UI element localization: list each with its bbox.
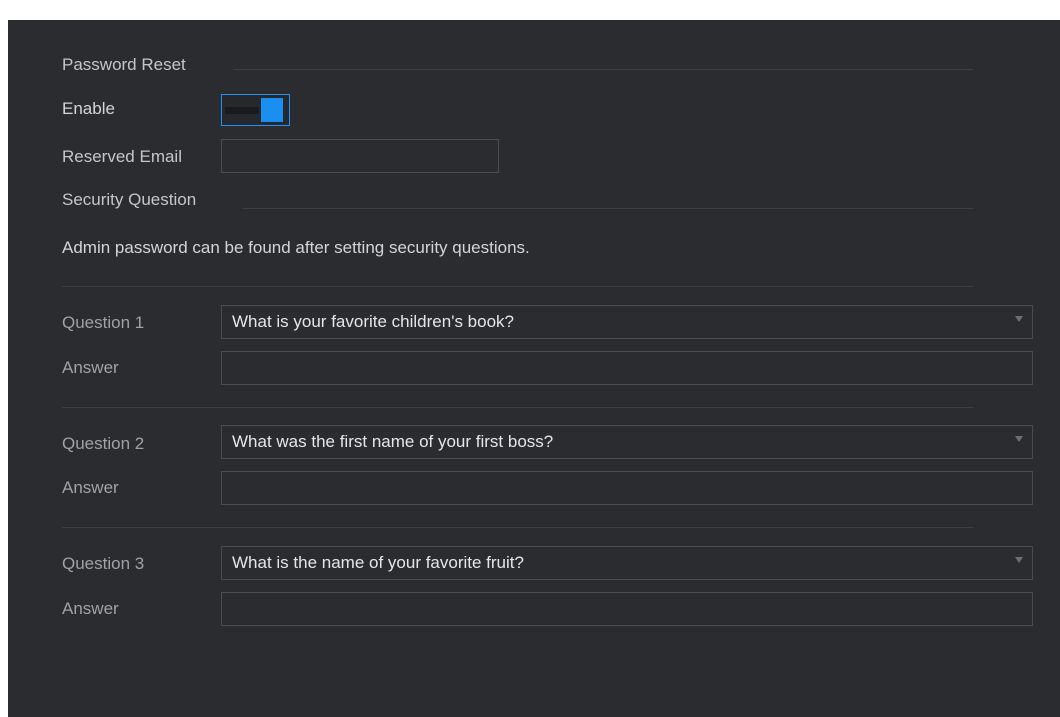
enable-label: Enable [62,99,115,118]
answer-2-field[interactable] [221,471,1033,505]
question-1-value: What is your favorite children's book? [232,312,514,331]
enable-toggle[interactable] [221,94,290,126]
reserved-email-label: Reserved Email [62,147,182,166]
question-1-label: Question 1 [62,313,145,332]
chevron-down-icon [1015,316,1023,322]
question-1-divider [62,407,973,408]
question-2-divider [62,527,973,528]
toggle-knob [261,98,283,122]
top-strip [0,0,1060,20]
question-3-select[interactable]: What is the name of your favorite fruit? [221,546,1033,580]
question-2-value: What was the first name of your first bo… [232,432,554,451]
chevron-down-icon [1015,557,1023,563]
security-hint: Admin password can be found after settin… [62,238,530,257]
toggle-track [225,107,259,114]
password-reset-screen: Password Reset Enable Reserved Email Sec… [0,0,1060,717]
reserved-email-field[interactable] [221,139,499,173]
security-question-divider [243,208,973,209]
hint-divider [62,286,973,287]
question-2-label: Question 2 [62,434,145,453]
answer-1-field[interactable] [221,351,1033,385]
question-3-value: What is the name of your favorite fruit? [232,553,524,572]
answer-1-label: Answer [62,358,119,377]
security-question-title: Security Question [62,190,197,209]
password-reset-divider [233,69,973,70]
chevron-down-icon [1015,436,1023,442]
question-2-select[interactable]: What was the first name of your first bo… [221,425,1033,459]
question-3-label: Question 3 [62,554,145,573]
answer-2-label: Answer [62,478,119,497]
settings-panel: Password Reset Enable Reserved Email Sec… [8,20,1060,717]
answer-3-field[interactable] [221,592,1033,626]
question-1-select[interactable]: What is your favorite children's book? [221,305,1033,339]
password-reset-title: Password Reset [62,55,186,74]
answer-3-label: Answer [62,599,119,618]
